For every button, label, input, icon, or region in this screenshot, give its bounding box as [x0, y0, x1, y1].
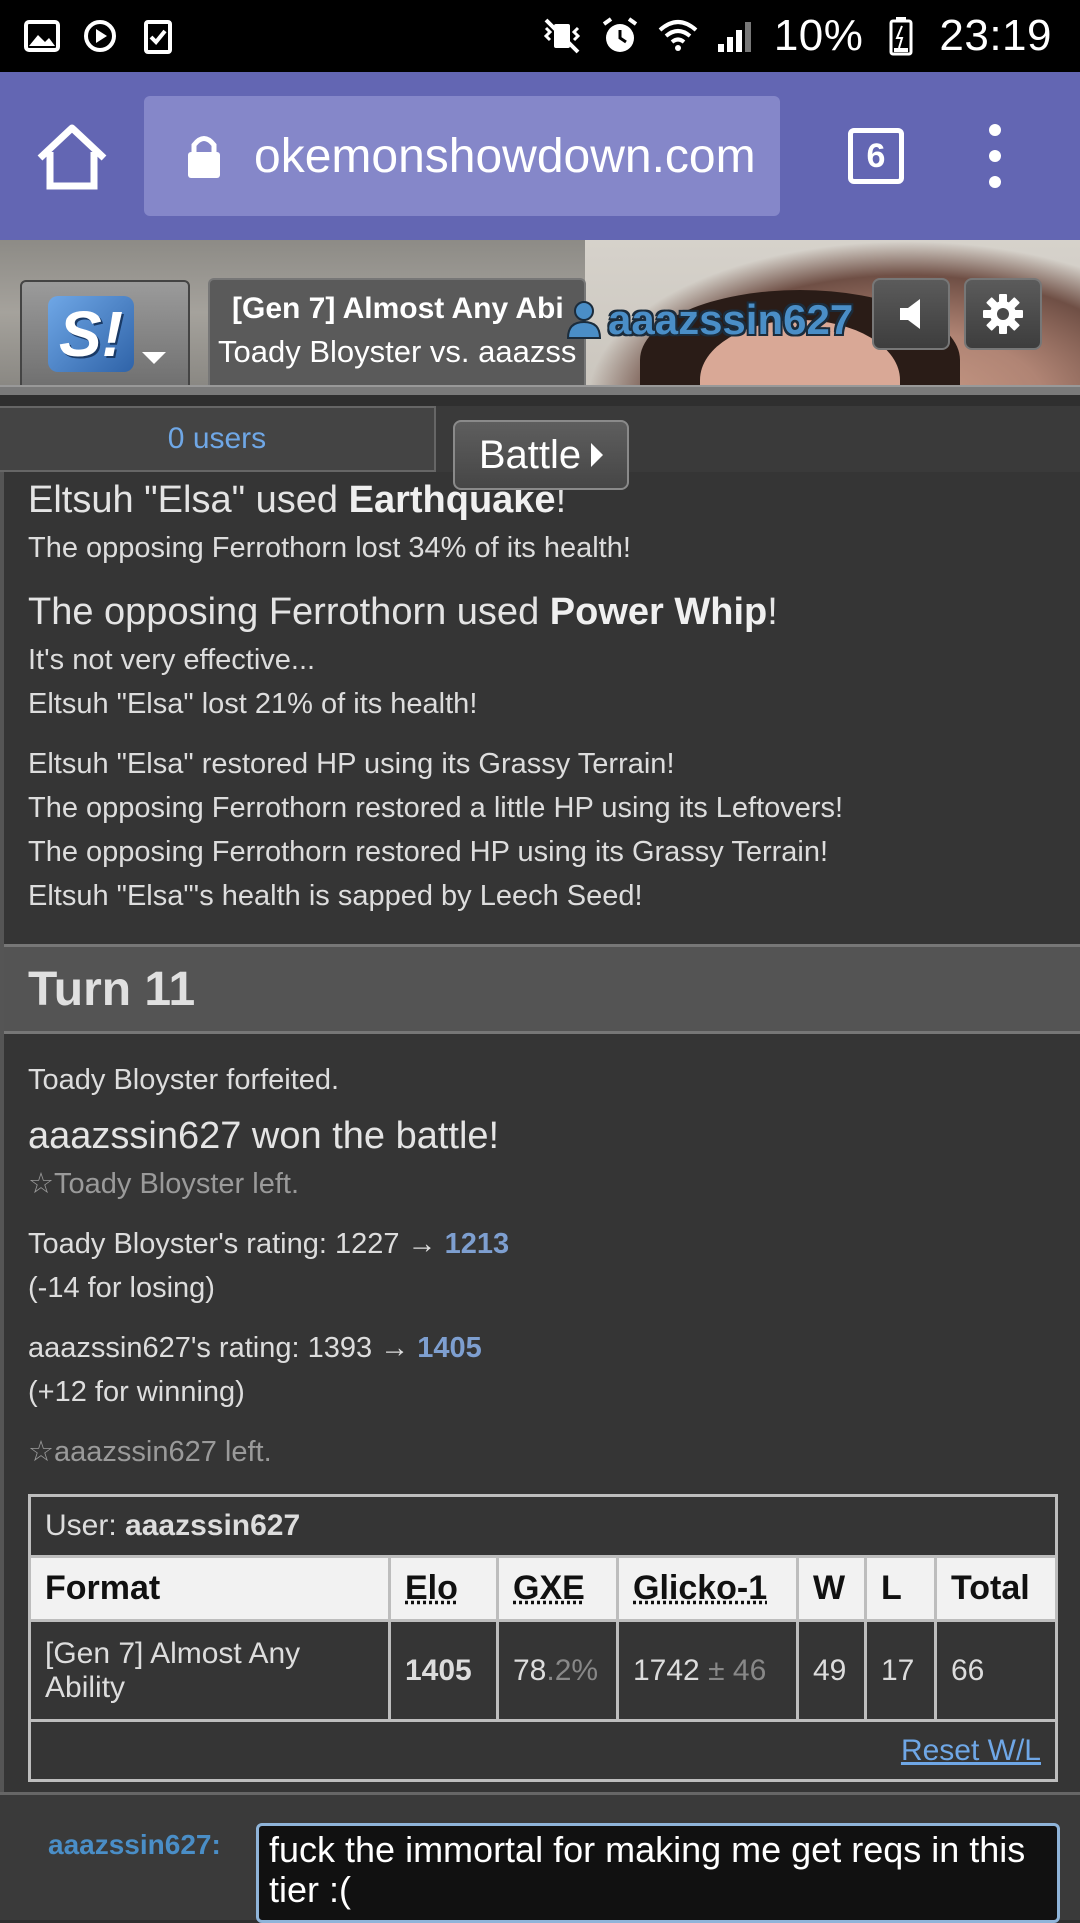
column-header: L [864, 1555, 937, 1622]
log-line: The opposing Ferrothorn lost 34% of its … [28, 532, 631, 564]
column-header: GXE [496, 1555, 619, 1622]
table-header-row: Format Elo GXE Glicko-1 W L Total [28, 1555, 1058, 1622]
clipboard-check-icon [138, 16, 178, 56]
browser-toolbar: okemonshowdown.com 6 [0, 72, 1080, 240]
battle-tab-subtitle: Toady Bloyster vs. aaazss [218, 334, 577, 369]
settings-button[interactable] [964, 278, 1042, 350]
menu-dot [989, 176, 1001, 188]
log-line: Toady Bloyster forfeited. [28, 1064, 340, 1096]
column-header: Total [934, 1555, 1058, 1622]
status-right-icons: 10% 23:19 [542, 11, 1052, 61]
table-user-row: User: aaazssin627 [28, 1494, 1058, 1558]
user-icon [566, 301, 602, 339]
battle-result: aaazssin627 won the battle! [28, 1115, 500, 1157]
vibrate-mute-icon [542, 16, 582, 56]
image-icon [22, 16, 62, 56]
log-line: ☆aaazssin627 left. [28, 1436, 272, 1468]
battle-room-tab[interactable]: [Gen 7] Almost Any Abi Toady Bloyster vs… [208, 278, 586, 385]
header-divider [0, 385, 1080, 395]
status-left-icons [22, 16, 178, 56]
users-tab[interactable]: 0 users [0, 406, 436, 472]
column-header: Glicko-1 [616, 1555, 799, 1622]
log-line: The opposing Ferrothorn restored a littl… [28, 792, 844, 824]
log-line: The opposing Ferrothorn restored HP usin… [28, 836, 829, 868]
table-footer-row: Reset W/L [28, 1719, 1058, 1782]
gear-icon [983, 294, 1023, 334]
rating-change-line: Toady Bloyster's rating: 1227 → 1213 [28, 1228, 510, 1260]
reset-wl-link[interactable]: Reset W/L [901, 1734, 1041, 1767]
battery-icon [881, 16, 921, 56]
signal-icon [716, 16, 756, 56]
rating-table: User: aaazssin627 Format Elo GXE Glicko-… [28, 1494, 1058, 1782]
table-footer-cell: Reset W/L [28, 1719, 1058, 1782]
column-header: Format [28, 1555, 391, 1622]
sound-button[interactable] [872, 278, 950, 350]
speaker-icon [900, 299, 920, 329]
total-cell: 66 [934, 1619, 1058, 1722]
user-menu[interactable]: aaazssin627 [566, 292, 853, 348]
tab-switcher-button[interactable]: 6 [848, 128, 904, 184]
log-line: Eltsuh "Elsa"'s health is sapped by Leec… [28, 880, 643, 912]
table-row: [Gen 7] Almost Any Ability 1405 78.2% 17… [28, 1619, 1058, 1722]
alarm-icon [600, 16, 640, 56]
sync-icon [80, 16, 120, 56]
battery-percent: 10% [773, 11, 864, 60]
chat-bar: aaazssin627: fuck the immortal for makin… [0, 1792, 1080, 1923]
wins-cell: 49 [796, 1619, 867, 1722]
log-line: The opposing Ferrothorn used Power Whip! [28, 591, 778, 633]
home-icon [37, 124, 107, 190]
play-icon [591, 443, 604, 467]
gxe-cell: 78.2% [496, 1619, 619, 1722]
showdown-header: S! [Gen 7] Almost Any Abi Toady Bloyster… [0, 240, 1080, 385]
rating-change-detail: (+12 for winning) [28, 1376, 245, 1408]
home-button[interactable] [34, 122, 110, 192]
chat-username: aaazssin627: [48, 1829, 221, 1860]
log-line: ☆Toady Bloyster left. [28, 1168, 299, 1200]
status-bar: 10% 23:19 [0, 0, 1080, 72]
glicko-cell: 1742 ± 46 [616, 1619, 799, 1722]
battle-log[interactable]: Eltsuh "Elsa" used Earthquake! The oppos… [0, 472, 1080, 1792]
showdown-logo: S! [48, 296, 134, 372]
column-header: W [796, 1555, 867, 1622]
format-cell: [Gen 7] Almost Any Ability [28, 1619, 391, 1722]
rating-change-line: aaazssin627's rating: 1393 → 1405 [28, 1332, 482, 1364]
log-line: It's not very effective... [28, 644, 316, 676]
chevron-down-icon [142, 352, 166, 364]
losses-cell: 17 [864, 1619, 937, 1722]
lock-icon [188, 136, 220, 178]
menu-dot [989, 124, 1001, 136]
table-user-cell: User: aaazssin627 [28, 1494, 1058, 1558]
elo-cell: 1405 [388, 1619, 499, 1722]
username: aaazssin627 [608, 296, 854, 343]
column-header: Elo [388, 1555, 499, 1622]
wifi-icon [658, 16, 698, 56]
showdown-logo-button[interactable]: S! [20, 280, 190, 385]
log-line: Eltsuh "Elsa" lost 21% of its health! [28, 688, 478, 720]
battle-button-label: Battle [478, 432, 582, 477]
log-line: Eltsuh "Elsa" restored HP using its Gras… [28, 748, 675, 780]
battle-toggle-button[interactable]: Battle [453, 420, 629, 490]
chat-input[interactable]: fuck the immortal for making me get reqs… [256, 1823, 1060, 1923]
url-bar[interactable]: okemonshowdown.com [144, 96, 780, 216]
battle-tab-title: [Gen 7] Almost Any Abi [232, 292, 564, 325]
turn-header: Turn 11 [4, 944, 1080, 1034]
browser-menu-button[interactable] [980, 124, 1010, 188]
url-text: okemonshowdown.com [254, 129, 756, 183]
clock: 23:19 [939, 11, 1052, 60]
rating-change-detail: (-14 for losing) [28, 1272, 215, 1304]
menu-dot [989, 150, 1001, 162]
